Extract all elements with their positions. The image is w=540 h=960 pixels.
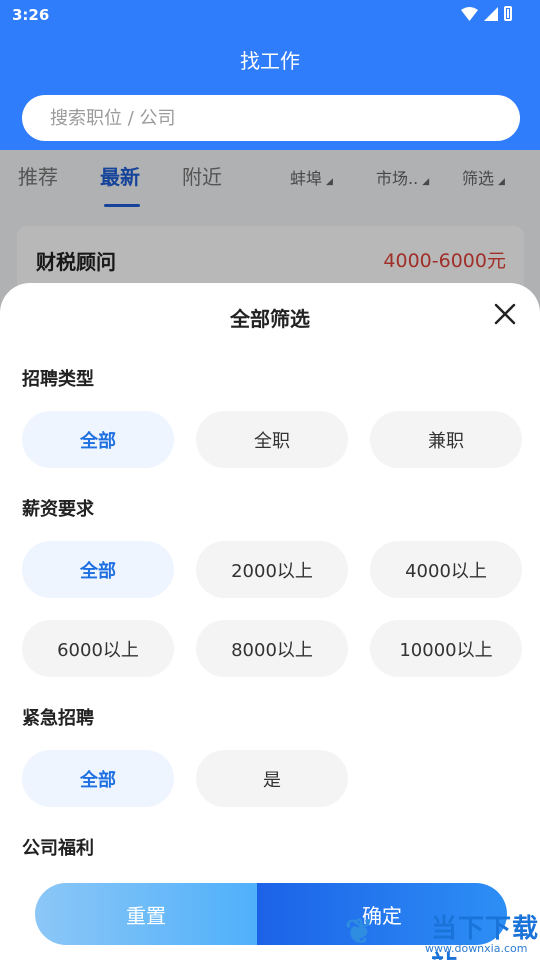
section-welfare-label: 公司福利 [22,838,94,859]
chip-salary-4000[interactable]: 4000以上 [370,541,522,598]
wifi-icon [461,6,478,21]
search-bar[interactable] [22,95,520,141]
chip-salary-8000[interactable]: 8000以上 [196,620,348,677]
chip-urgent-yes[interactable]: 是 [196,750,348,807]
watermark-url: www.downxia.com [425,942,528,955]
reset-button[interactable]: 重置 [35,883,257,945]
status-bar: 3:26 [0,0,540,32]
section-urgent-label: 紧急招聘 [22,708,94,729]
chip-urgent-all[interactable]: 全部 [22,750,174,807]
sheet-title: 全部筛选 [230,307,310,331]
watermark-logo: ❦ 当下下载站 www.downxia.com [345,908,540,960]
chip-recruit-parttime[interactable]: 兼职 [370,411,522,468]
signal-icon [484,6,498,21]
chip-salary-6000[interactable]: 6000以上 [22,620,174,677]
chip-recruit-fulltime[interactable]: 全职 [196,411,348,468]
app-header: 3:26 找工作 [0,0,540,150]
section-recruit-type-label: 招聘类型 [22,369,94,390]
search-input[interactable] [22,95,520,141]
watermark-icon: ❦ [345,912,374,952]
chip-salary-10000[interactable]: 10000以上 [370,620,522,677]
chip-recruit-all[interactable]: 全部 [22,411,174,468]
page-title: 找工作 [240,49,300,73]
chip-salary-all[interactable]: 全部 [22,541,174,598]
section-salary-label: 薪资要求 [22,499,94,520]
close-icon[interactable] [494,303,516,325]
status-icons [461,6,512,21]
filter-sheet: 全部筛选 招聘类型 全部 全职 兼职 薪资要求 全部 2000以上 4000以上… [0,283,540,960]
battery-icon [504,6,512,21]
status-time: 3:26 [12,6,50,24]
chip-salary-2000[interactable]: 2000以上 [196,541,348,598]
